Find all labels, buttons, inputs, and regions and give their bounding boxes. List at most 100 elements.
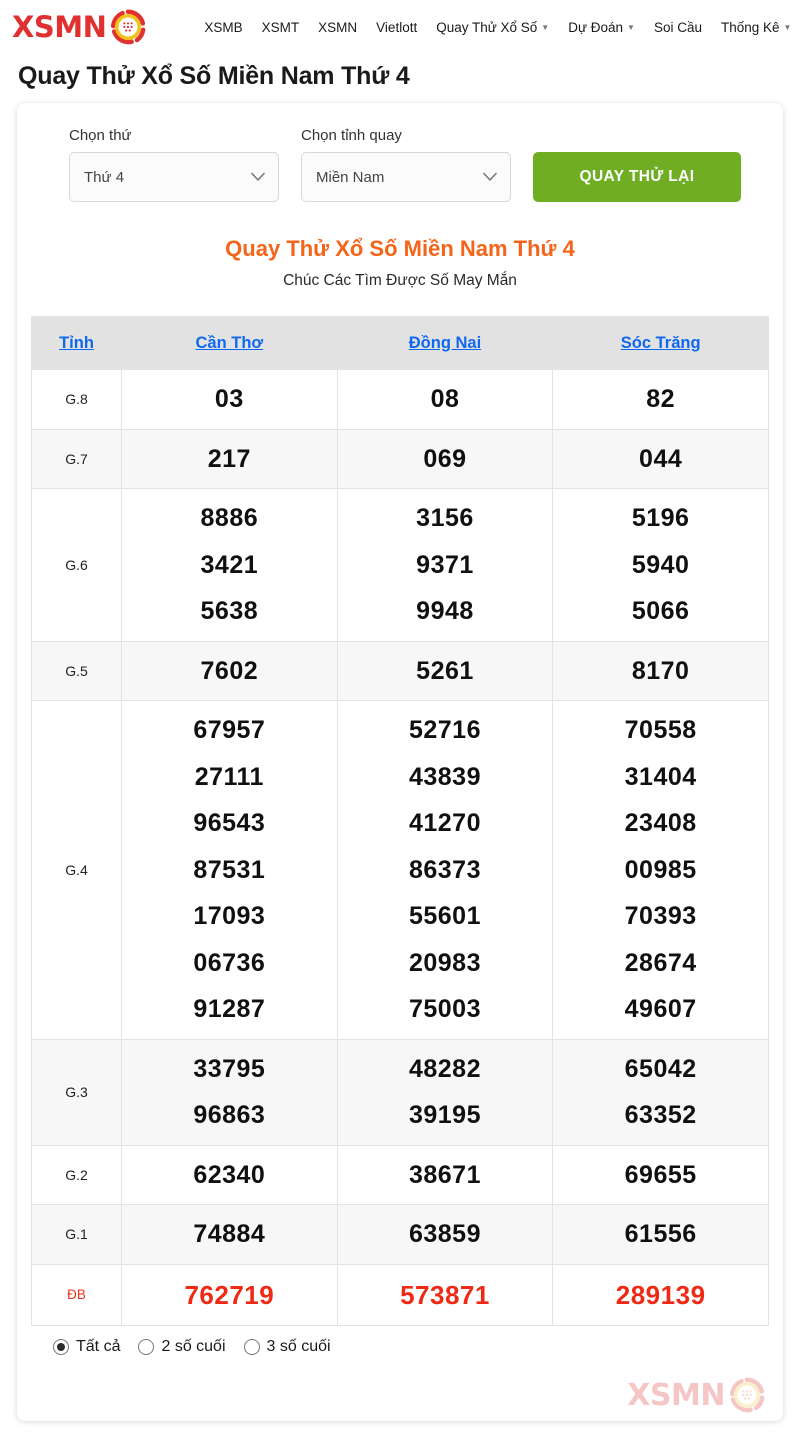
prize-number: 55601 [408,902,481,930]
lottery-results-table: Tỉnh Cần Thơ Đồng Nai Sóc Trăng G.8 03 08 8… [31,316,769,1326]
province-select-wrap: Miền Nam [301,152,511,202]
table-row: G.8 03 08 82 [31,369,769,430]
prize-numbers-cell: 8170 [552,640,769,701]
radio-option-last-3[interactable]: 3 số cuối [243,1337,331,1356]
province-select[interactable]: Miền Nam [301,152,511,202]
column-header-link[interactable]: Đồng Nai [409,334,481,352]
prize-numbers-cell: 62340 [121,1144,338,1205]
lottery-results-table-wrap: Tỉnh Cần Thơ Đồng Nai Sóc Trăng G.8 03 08 8… [31,316,769,1326]
prize-number: 62340 [193,1160,266,1189]
prize-number: 63352 [624,1101,697,1129]
nav-label: XSMB [204,19,243,35]
prize-label: G.7 [31,428,122,489]
prize-number: 069 [423,444,467,473]
province-field: Chọn tỉnh quay Miền Nam [301,127,511,202]
prize-number: 86373 [408,855,481,884]
result-card: Chọn thứ Thứ 4 Chọn tỉnh quay Miền Nam Q… [17,103,783,1421]
radio-indicator[interactable] [243,1338,260,1355]
prize-numbers-cell: 7602 [121,640,338,701]
prize-number: 31404 [624,762,697,791]
nav-item-soi-cau[interactable]: Soi Cầu [654,20,702,35]
nav-item-xsmb[interactable]: XSMB [204,20,242,35]
prize-number: 9948 [416,597,474,625]
site-logo[interactable]: XSMN [12,9,146,45]
prize-number: 289139 [615,1279,706,1310]
prize-number: 48282 [408,1054,481,1083]
table-row: G.5 7602 5261 8170 [31,640,769,701]
column-header-link[interactable]: Tỉnh [59,334,94,352]
main-navigation: XSMB XSMT XSMN Vietlott Quay Thử Xổ Số ▼… [204,20,791,35]
prize-number: 27111 [194,762,264,791]
prize-number: 91287 [193,995,266,1023]
prize-number: 8170 [631,656,690,685]
nav-item-xsmn[interactable]: XSMN [318,20,357,35]
lottery-ball-icon [729,1377,765,1413]
column-header-can-tho[interactable]: Cần Thơ [121,316,338,370]
logo-text: XSMN [12,10,107,44]
column-header-province[interactable]: Tỉnh [31,316,122,370]
digit-filter-group: Tất cả 2 số cuối 3 số cuối [31,1326,769,1356]
prize-label: G.2 [31,1144,122,1205]
nav-label: Vietlott [376,19,418,35]
prize-number: 03 [214,385,244,413]
radio-indicator[interactable] [138,1338,155,1355]
column-header-link[interactable]: Sóc Trăng [621,334,701,352]
day-label: Chọn thứ [69,127,132,144]
prize-label: G.6 [31,488,122,642]
prize-numbers-cell: 5261 [336,640,554,701]
prize-number: 06736 [193,948,266,977]
prize-number: 87531 [193,855,266,884]
prize-number: 70558 [624,716,697,744]
nav-label: Soi Cầu [653,19,702,35]
radio-label: 3 số cuối [266,1337,331,1355]
prize-number: 23408 [624,809,697,837]
prize-number: 41270 [408,809,481,837]
prize-number: 49607 [624,995,697,1023]
chevron-down-icon: ▼ [627,23,635,32]
prize-numbers-cell: 74884 [121,1204,338,1265]
prize-label: G.5 [31,640,122,701]
chevron-down-icon: ▼ [541,23,550,32]
prize-numbers-cell: 63859 [336,1204,554,1265]
result-subtitle: Chúc Các Tìm Được Số May Mắn [283,272,517,289]
result-title: Quay Thử Xổ Số Miền Nam Thứ 4 [225,236,575,261]
nav-item-thong-ke[interactable]: Thống Kê ▼ [721,20,791,35]
prize-label: G.4 [31,700,122,1040]
chevron-down-icon: ▼ [783,23,792,32]
radio-label: Tất cả [76,1337,121,1355]
prize-number: 67957 [193,716,266,744]
prize-numbers-cell: 5196 5940 5066 [552,488,769,642]
prize-label: ĐB [31,1263,122,1326]
radio-option-last-2[interactable]: 2 số cuối [138,1338,226,1356]
spin-again-button[interactable]: QUAY THỬ LẠI [533,152,741,202]
prize-numbers-cell: 65042 63352 [552,1038,769,1146]
lottery-ball-icon [111,9,146,45]
prize-numbers-cell: 52716 43839 41270 86373 55601 20983 75003 [336,700,554,1040]
prize-number: 3421 [200,550,259,579]
prize-numbers-cell: 67957 27111 96543 87531 17093 06736 91287 [121,700,338,1040]
nav-label: Quay Thử Xổ Số [436,19,538,35]
prize-number: 08 [430,385,460,413]
nav-item-quay-thu-xo-so[interactable]: Quay Thử Xổ Số ▼ [436,20,549,35]
table-body: G.8 03 08 82 G.7 217 069 044 G.6 8886 3421 5638 3156… [31,369,769,1326]
table-row: G.7 217 069 044 [31,428,769,489]
prize-number: 9371 [416,550,474,579]
prize-number: 43839 [408,762,481,791]
nav-item-vietlott[interactable]: Vietlott [376,20,417,35]
prize-numbers-cell: 8886 3421 5638 [121,488,338,642]
column-header-soc-trang[interactable]: Sóc Trăng [552,316,769,370]
prize-numbers-cell: 573871 [336,1263,554,1326]
radio-option-all[interactable]: Tất cả [53,1338,120,1356]
day-select[interactable]: Thứ 4 [69,152,279,202]
column-header-link[interactable]: Cần Thơ [196,334,264,352]
prize-number: 61556 [624,1220,697,1248]
table-header: Tỉnh Cần Thơ Đồng Nai Sóc Trăng [31,316,769,370]
radio-indicator[interactable] [53,1338,69,1355]
nav-item-du-doan[interactable]: Dự Đoán ▼ [568,20,635,35]
column-header-dong-nai[interactable]: Đồng Nai [336,316,554,370]
prize-number: 044 [639,444,683,473]
nav-item-xsmt[interactable]: XSMT [262,20,300,35]
prize-number: 573871 [400,1279,490,1310]
prize-numbers-cell: 38671 [336,1144,554,1205]
prize-number: 5638 [200,597,259,625]
